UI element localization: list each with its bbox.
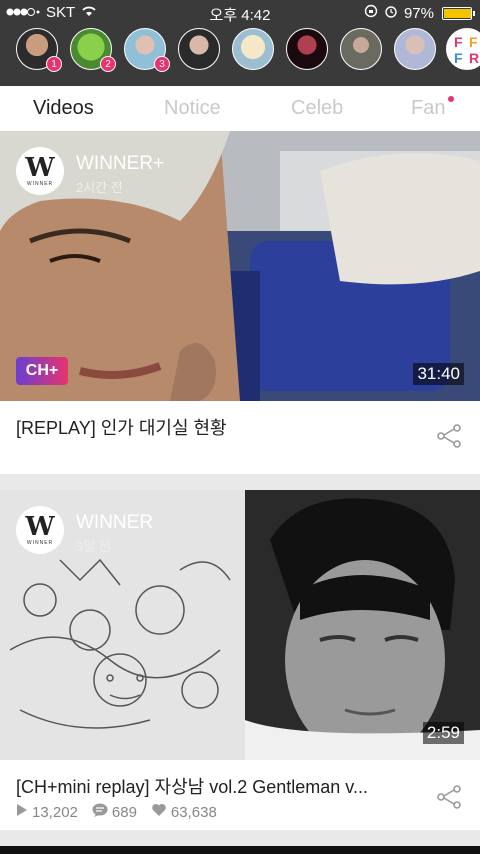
channel-logo-1[interactable]: W WINNER: [16, 147, 64, 195]
avatar-badge-3: 3: [154, 56, 170, 72]
video-duration-1: 31:40: [413, 363, 464, 385]
ffr-letter-4: R: [469, 50, 480, 66]
ffr-letter-2: F: [469, 34, 478, 50]
video-title-2[interactable]: [CH+mini replay] 자상남 vol.2 Gentleman v..…: [16, 773, 408, 799]
video-card-1[interactable]: W WINNER WINNER+ 2시간 전 CH+ 31:40 [REPLAY…: [0, 131, 480, 474]
share-icon[interactable]: [436, 423, 462, 449]
story-avatar-8[interactable]: [394, 28, 436, 70]
winner-logo-mark: W: [25, 512, 55, 542]
tab-videos[interactable]: Videos: [33, 97, 94, 120]
winner-logo-text: WINNER: [26, 181, 54, 187]
story-avatar-ffr[interactable]: F F F R: [446, 28, 480, 70]
story-avatar-4[interactable]: [178, 28, 220, 70]
status-bar: SKT 오후 4:42 97%: [0, 0, 480, 26]
thumbnail-image-1: [0, 131, 480, 401]
post-time-2: 3일 전: [76, 539, 111, 554]
fan-notification-dot: [448, 96, 454, 102]
battery-icon: [442, 6, 475, 20]
channel-name-2[interactable]: WINNER: [76, 512, 153, 534]
alarm-icon: [384, 4, 398, 22]
ffr-letter-1: F: [454, 34, 463, 50]
like-count: 63,638: [170, 803, 217, 821]
post-time-1: 2시간 전: [76, 180, 123, 195]
story-avatar-7[interactable]: [340, 28, 382, 70]
channel-logo-2[interactable]: W WINNER: [16, 506, 64, 554]
video-card-2[interactable]: W WINNER WINNER 3일 전 2:59 [CH+mini repla…: [0, 490, 480, 830]
battery-percent: 97%: [403, 4, 434, 22]
winner-logo-text: WINNER: [26, 540, 54, 546]
thumbnail-image-2: [0, 490, 480, 760]
video-thumbnail-1[interactable]: [0, 131, 480, 401]
story-avatar-5[interactable]: [232, 28, 274, 70]
view-count: 13,202: [32, 803, 78, 821]
ffr-letter-3: F: [454, 50, 463, 66]
comment-count: 689: [111, 803, 137, 821]
video-stats: 13,202 689 63,638: [16, 803, 217, 821]
avatar-badge-2: 2: [100, 56, 116, 72]
story-avatar-row[interactable]: 1 2 3 F F F R: [0, 26, 480, 86]
video-duration-2: 2:59: [422, 722, 464, 744]
video-title-1[interactable]: [REPLAY] 인가 대기실 현황: [16, 414, 408, 440]
battery-fill: [444, 8, 472, 18]
video-thumbnail-2[interactable]: [0, 490, 480, 760]
tab-fan[interactable]: Fan: [411, 97, 445, 120]
winner-logo-mark: W: [25, 153, 55, 183]
story-avatar-6[interactable]: [286, 28, 328, 70]
tab-notice[interactable]: Notice: [164, 97, 221, 120]
play-count-icon: [16, 803, 28, 821]
channel-name-1[interactable]: WINNER+: [76, 153, 164, 175]
rotation-lock-icon: [364, 4, 378, 22]
comment-icon: [92, 803, 108, 821]
tab-celeb[interactable]: Celeb: [291, 97, 343, 120]
ch-plus-badge: CH+: [16, 357, 68, 385]
share-icon[interactable]: [436, 784, 462, 810]
heart-icon: [151, 803, 167, 821]
avatar-badge-1: 1: [46, 56, 62, 72]
next-card-edge: [0, 846, 480, 854]
tab-bar: Videos Notice Celeb Fan: [0, 86, 480, 132]
